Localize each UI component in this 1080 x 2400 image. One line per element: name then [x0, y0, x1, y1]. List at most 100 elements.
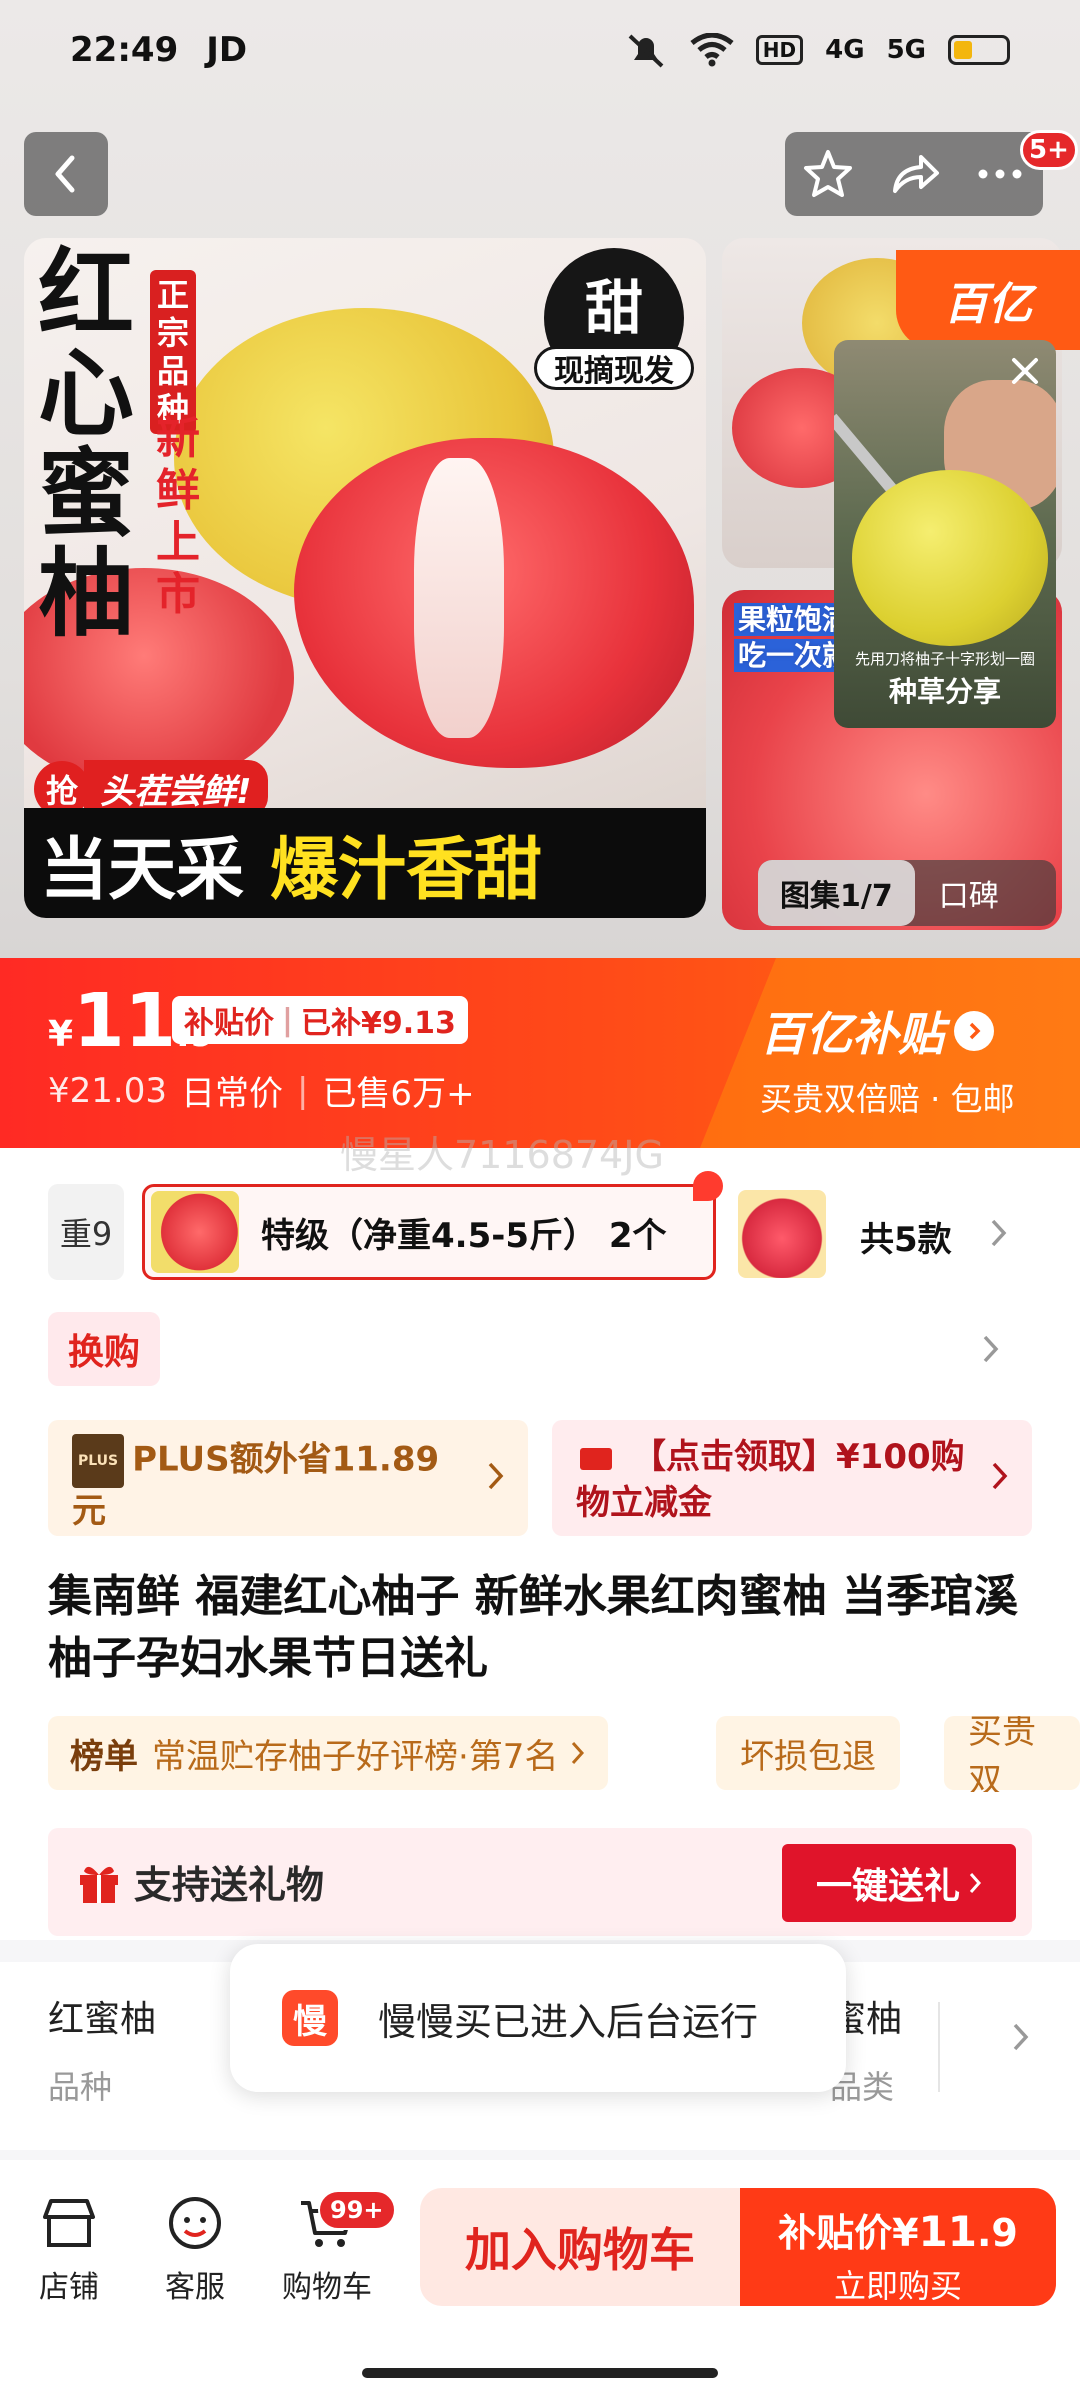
subsidy-separator: | [282, 1002, 293, 1038]
original-price: ¥21.03 [48, 1070, 167, 1111]
service-button[interactable]: 客服 [140, 2190, 250, 2306]
send-gift-button[interactable]: 一键送礼 [782, 1844, 1016, 1922]
status-time: 22:49 [70, 30, 179, 70]
yizhi-subsidy-link[interactable]: 百亿补贴 买贵双倍赔 · 包邮 [760, 998, 1015, 1120]
pomelo-pith [414, 458, 504, 738]
ranking-label: 榜单 [70, 1736, 138, 1777]
attribute-variety: 红蜜柚 品种 [48, 1990, 156, 2108]
yizhi-subsidy-sub: 买贵双倍赔 · 包邮 [760, 1080, 1015, 1118]
sku-hot-icon [693, 1171, 723, 1201]
chevron-right-icon [983, 1335, 999, 1363]
gift-label: 支持送礼物 [134, 1863, 325, 1907]
buy-price-int: 11 [918, 2207, 977, 2256]
plus-savings-text: PLUS额外省11.89元 [72, 1439, 440, 1532]
attribute-divider [938, 2002, 940, 2092]
swap-row[interactable]: 换购 [48, 1312, 1032, 1388]
store-label: 店铺 [39, 2270, 99, 2305]
price-integer: 11 [73, 978, 177, 1064]
buy-price-label: 补贴价¥ [778, 2211, 919, 2255]
ranking-tag[interactable]: 榜单 常温贮存柚子好评榜·第7名 [48, 1716, 609, 1790]
home-indicator[interactable] [362, 2368, 718, 2378]
plus-savings-card[interactable]: PLUS PLUS额外省11.89元 [48, 1420, 528, 1536]
sold-count: 已售6万+ [322, 1074, 475, 1114]
reviews-tab[interactable]: 口碑 [915, 871, 999, 915]
video-label: 种草分享 [888, 675, 1001, 708]
promo-cards: PLUS PLUS额外省11.89元 【点击领取】¥100购物立减金 [48, 1420, 1032, 1536]
toast-message: 慢慢买已进入后台运行 [378, 1999, 759, 2044]
product-title: 集南鲜 福建红心柚子 新鲜水果红肉蜜柚 当季琯溪柚子孕妇水果节日送礼 [48, 1571, 1018, 1684]
chevron-right-icon[interactable] [988, 1216, 1010, 1250]
attribute-value: 红蜜柚 [48, 1999, 157, 2040]
share-icon[interactable] [887, 147, 941, 201]
mute-icon [628, 34, 664, 68]
image-title: 红心蜜柚 [38, 238, 134, 650]
signal-4g-icon: 4G [825, 35, 865, 65]
damage-return-tag[interactable]: 坏损包退 [716, 1716, 900, 1790]
video-subtitle: 先用刀将柚子十字形划一圈 [854, 650, 1035, 668]
buy-now-price: 补贴价¥11.9 [740, 2202, 1056, 2257]
app-logo-icon: 慢 [282, 1990, 338, 2046]
star-icon[interactable] [801, 147, 855, 201]
sku-active-label: 特级（净重4.5-5斤） 2个 [261, 1215, 667, 1256]
gift-label-group: 支持送礼物 [76, 1854, 324, 1909]
subsidy-label: 补贴价 [184, 1006, 274, 1041]
status-icons: HD 4G 5G [624, 32, 1010, 68]
bottom-action-bar: 店铺 客服 购物车 99+ 加入购物车 补贴价¥11.9 立即购买 [0, 2160, 1080, 2330]
chevron-right-icon [488, 1462, 504, 1490]
price-currency: ¥ [48, 1014, 74, 1055]
main-product-image[interactable]: 红心蜜柚 正宗品种 新鲜上市 甜 现摘现发 抢 头茬尝鲜! 当天采 爆汁香甜 [24, 238, 706, 918]
bottom-bar-divider [0, 2150, 1080, 2160]
service-label: 客服 [165, 2270, 225, 2305]
video-close-button[interactable] [1000, 346, 1050, 396]
buy-now-label: 立即购买 [833, 2267, 962, 2305]
band-yellow-text: 爆汁香甜 [270, 830, 543, 910]
price-banner: ¥ 11 .9 补贴价 | 已补¥9.13 ¥21.03 日常价 | 已售6万+… [0, 958, 1080, 1148]
cart-label: 购物车 [282, 2270, 372, 2305]
sku-option-next[interactable] [738, 1190, 826, 1278]
sku-count[interactable]: 共5款 [860, 1212, 952, 1261]
chevron-right-icon [992, 1462, 1008, 1490]
yizhi-subsidy-title: 百亿补贴 [760, 1007, 944, 1061]
sku-option-prev[interactable]: 重9 [48, 1184, 124, 1280]
sweet-badge: 甜 现摘现发 [534, 248, 694, 408]
wifi-icon [690, 33, 734, 67]
status-bar: 22:49 JD HD 4G 5G [0, 0, 1080, 100]
gift-icon [80, 1866, 118, 1903]
price-separator: | [296, 1070, 309, 1111]
hd-icon: HD [755, 35, 804, 65]
coupon-text: 【点击领取】¥100购物立减金 [576, 1437, 965, 1523]
more-badge: 5+ [1020, 130, 1078, 170]
close-icon [1012, 358, 1038, 384]
coupon-card[interactable]: 【点击领取】¥100购物立减金 [552, 1420, 1032, 1536]
plus-logo: PLUS [72, 1434, 125, 1488]
band-white-text: 当天采 [40, 830, 245, 910]
sku-option-active[interactable]: 特级（净重4.5-5斤） 2个 [142, 1171, 723, 1280]
gallery-counter: 图集1/7 口碑 [758, 860, 1056, 926]
add-to-cart-button[interactable]: 加入购物车 [420, 2188, 740, 2306]
buy-price-dec: .9 [977, 2211, 1018, 2255]
yizhi-logo: 百亿 [896, 250, 1080, 350]
customer-service-icon [169, 2197, 221, 2249]
status-carrier: JD [206, 30, 248, 70]
store-button[interactable]: 店铺 [14, 2190, 124, 2306]
price-guarantee-tag[interactable]: 买贵双 [944, 1716, 1080, 1792]
back-button[interactable] [24, 132, 108, 216]
tags-row: 榜单 常温贮存柚子好评榜·第7名 坏损包退 买贵双 [48, 1716, 1080, 1792]
attribute-key: 品种 [48, 2068, 113, 2106]
buy-now-button[interactable]: 补贴价¥11.9 立即购买 [740, 2188, 1056, 2306]
chevron-right-icon [954, 1011, 994, 1051]
background-toast: 慢 慢慢买已进入后台运行 [230, 1944, 846, 2092]
cart-badge: 99+ [318, 2190, 396, 2230]
video-float-card[interactable]: 先用刀将柚子十字形划一圈 种草分享 [834, 340, 1056, 728]
subsidy-tag: 补贴价 | 已补¥9.13 [172, 996, 468, 1044]
store-icon [43, 2199, 95, 2247]
video-fruit [852, 470, 1048, 646]
swap-tag: 换购 [48, 1312, 161, 1386]
ranking-desc: 常温贮存柚子好评榜·第7名 [152, 1736, 559, 1777]
battery-icon [948, 35, 1010, 65]
gallery-tab[interactable]: 图集1/7 [758, 860, 915, 926]
card-icon [580, 1447, 612, 1470]
sku-selector: 重9 特级（净重4.5-5斤） 2个 共5款 [0, 1168, 1080, 1298]
more-icon[interactable] [973, 147, 1027, 201]
sku-thumbnail [151, 1191, 239, 1273]
